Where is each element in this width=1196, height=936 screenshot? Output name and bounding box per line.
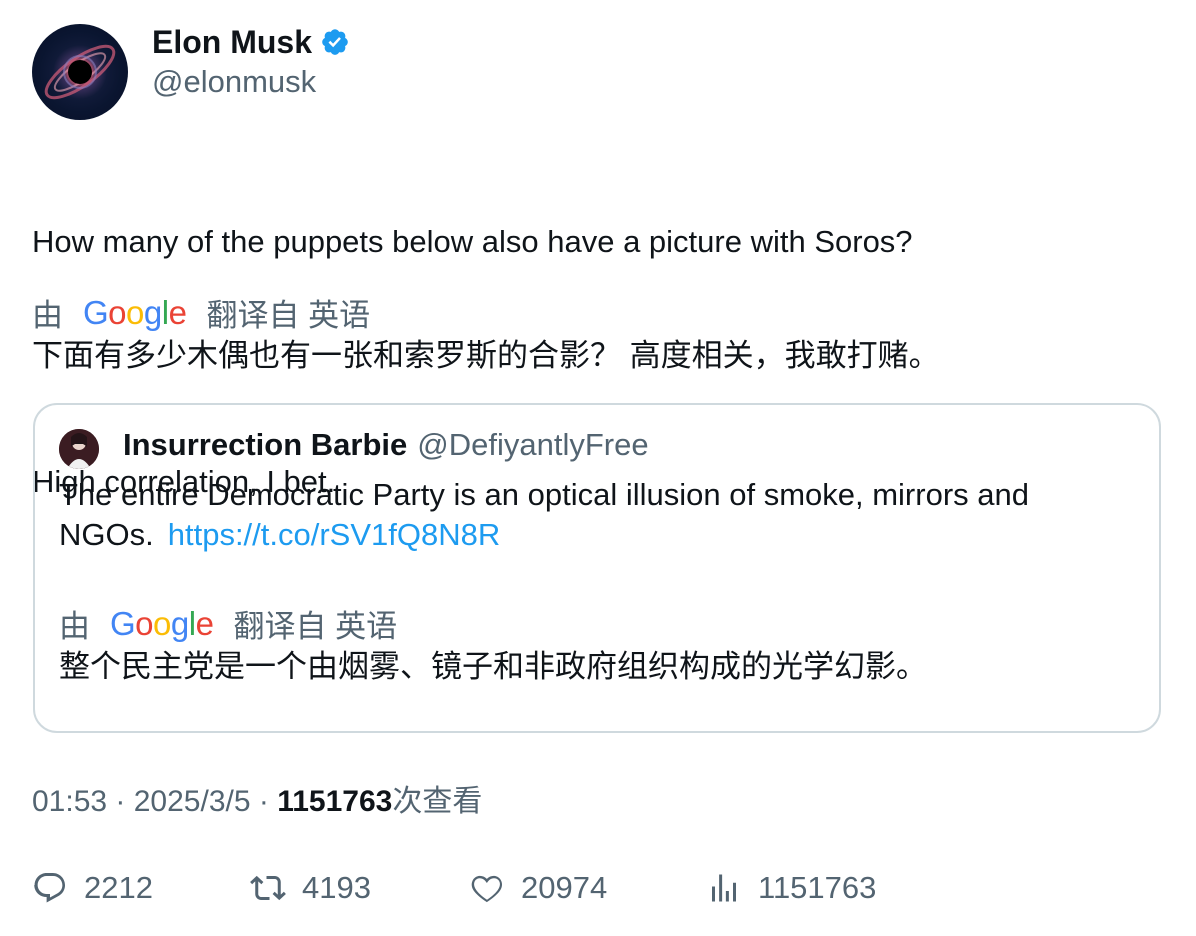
quote-header: Insurrection Barbie @DefiyantlyFree bbox=[123, 427, 649, 463]
analytics-icon bbox=[712, 874, 736, 902]
quote-text: The entire Democratic Party is an optica… bbox=[59, 475, 1119, 555]
quote-translation-prefix: 由 bbox=[59, 609, 90, 644]
google-logo: Google bbox=[110, 604, 214, 642]
retweet-icon bbox=[250, 875, 286, 901]
views-button[interactable]: 1151763 bbox=[706, 870, 876, 906]
quote-author-handle[interactable]: @DefiyantlyFree bbox=[417, 427, 648, 462]
quote-translation-attribution[interactable]: 由 Google 翻译自 英语 bbox=[59, 601, 397, 646]
author-handle[interactable]: @elonmusk bbox=[152, 64, 316, 100]
reply-icon bbox=[34, 873, 65, 903]
tweet-time[interactable]: 01:53 bbox=[32, 785, 107, 818]
translation-attribution[interactable]: 由 Google 翻译自 英语 bbox=[32, 290, 370, 335]
heart-icon bbox=[471, 875, 503, 903]
quote-author-name[interactable]: Insurrection Barbie bbox=[123, 427, 407, 462]
verified-badge-icon bbox=[322, 29, 348, 55]
action-bar: 2212 4193 20974 1151763 bbox=[32, 870, 1172, 910]
retweet-count: 4193 bbox=[302, 870, 371, 905]
black-hole-avatar bbox=[44, 44, 116, 100]
like-button[interactable]: 20974 bbox=[469, 870, 607, 906]
tweet-line-1: How many of the puppets below also have … bbox=[32, 224, 913, 259]
quote-avatar[interactable] bbox=[59, 429, 99, 469]
view-label: 次查看 bbox=[392, 785, 483, 818]
google-logo: Google bbox=[83, 293, 187, 331]
translation-prefix: 由 bbox=[32, 298, 63, 333]
author-name[interactable]: Elon Musk bbox=[152, 24, 312, 60]
author-avatar[interactable] bbox=[32, 24, 128, 120]
retweet-button[interactable]: 4193 bbox=[250, 870, 371, 906]
reply-count: 2212 bbox=[84, 870, 153, 905]
author-name-row: Elon Musk bbox=[152, 24, 350, 60]
quoted-tweet-card[interactable]: Insurrection Barbie @DefiyantlyFree The e… bbox=[33, 403, 1161, 733]
translation-suffix: 翻译自 英语 bbox=[206, 298, 371, 333]
like-count: 20974 bbox=[521, 870, 608, 905]
quote-translation-suffix: 翻译自 英语 bbox=[233, 609, 398, 644]
tweet-date[interactable]: 2025/3/5 bbox=[134, 785, 251, 818]
views-count: 1151763 bbox=[758, 870, 877, 905]
reply-button[interactable]: 2212 bbox=[32, 870, 153, 906]
tweet-meta: 01:53 · 2025/3/5 · 1151763次查看 bbox=[32, 785, 483, 818]
quote-link[interactable]: https://t.co/rSV1fQ8N8R bbox=[168, 517, 501, 552]
woman-portrait-avatar bbox=[59, 429, 99, 469]
view-count: 1151763 bbox=[277, 785, 393, 818]
translated-text: 下面有多少木偶也有一张和索罗斯的合影？ 高度相关，我敢打赌。 bbox=[32, 338, 940, 373]
quote-translated-text: 整个民主党是一个由烟雾、镜子和非政府组织构成的光学幻影。 bbox=[59, 649, 927, 684]
